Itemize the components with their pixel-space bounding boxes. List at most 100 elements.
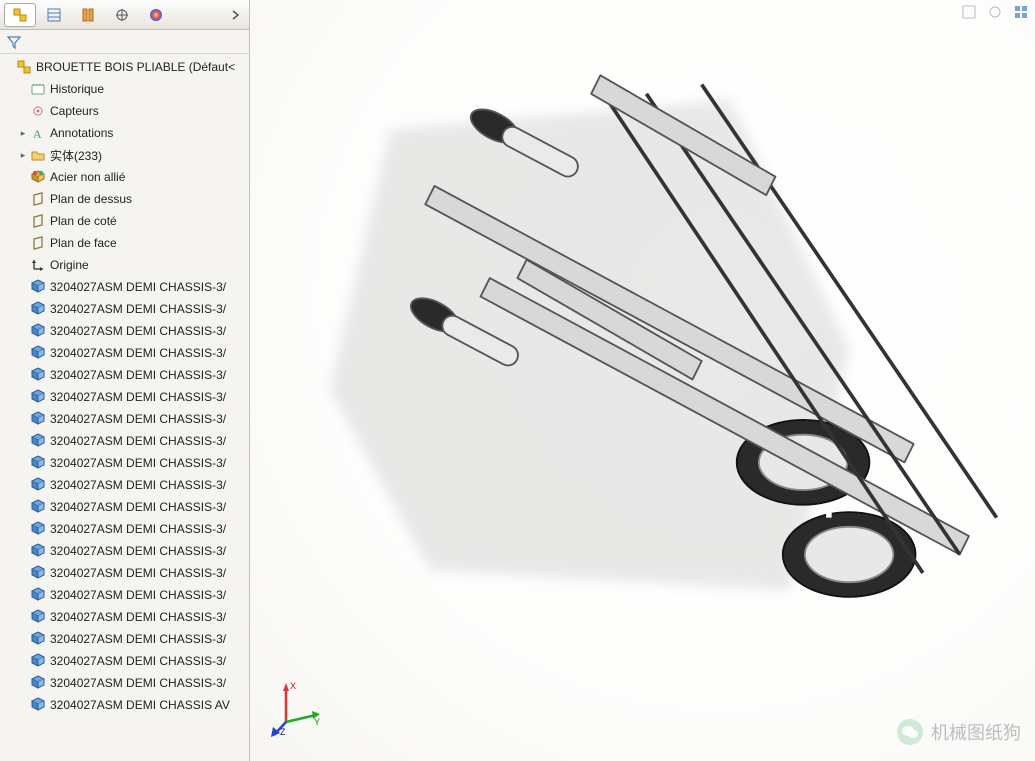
body-icon <box>30 609 46 625</box>
history-icon <box>30 81 46 97</box>
body-icon <box>30 653 46 669</box>
tree-item[interactable]: ▸ 实体(233) <box>0 144 249 166</box>
feature-tree[interactable]: BROUETTE BOIS PLIABLE (Défaut< Historiqu… <box>0 54 249 761</box>
plane-icon <box>30 213 46 229</box>
appearance-icon <box>148 7 164 23</box>
annot-icon: A <box>30 125 46 141</box>
tree-item[interactable]: 3204027ASM DEMI CHASSIS-3/ <box>0 540 249 562</box>
tree-item-label: 3204027ASM DEMI CHASSIS-3/ <box>50 280 226 294</box>
tree-item-label: Plan de face <box>50 236 117 250</box>
sensor-icon <box>30 103 46 119</box>
feature-tree-tab[interactable] <box>4 3 36 27</box>
body-icon <box>30 389 46 405</box>
tree-item-label: 3204027ASM DEMI CHASSIS-3/ <box>50 434 226 448</box>
feature-manager-panel: BROUETTE BOIS PLIABLE (Défaut< Historiqu… <box>0 0 250 761</box>
expand-toggle[interactable]: ▸ <box>18 128 28 139</box>
tree-item-label: 3204027ASM DEMI CHASSIS-3/ <box>50 390 226 404</box>
body-icon <box>30 345 46 361</box>
tree-item[interactable]: 3204027ASM DEMI CHASSIS-3/ <box>0 452 249 474</box>
appearance-tab[interactable] <box>140 3 172 27</box>
tree-item[interactable]: Historique <box>0 78 249 100</box>
watermark: 机械图纸狗 <box>897 719 1021 745</box>
tree-item[interactable]: 3204027ASM DEMI CHASSIS-3/ <box>0 276 249 298</box>
tree-item[interactable]: Acier non allié <box>0 166 249 188</box>
folder-icon <box>30 147 46 163</box>
tree-item-label: Historique <box>50 82 104 96</box>
body-icon <box>30 323 46 339</box>
tree-item-label: 3204027ASM DEMI CHASSIS-3/ <box>50 676 226 690</box>
tree-item-label: 3204027ASM DEMI CHASSIS-3/ <box>50 478 226 492</box>
body-icon <box>30 543 46 559</box>
tree-item[interactable]: 3204027ASM DEMI CHASSIS-3/ <box>0 562 249 584</box>
property-tab[interactable] <box>38 3 70 27</box>
tree-item-label: Capteurs <box>50 104 99 118</box>
config-icon <box>80 7 96 23</box>
tree-item-label: 实体(233) <box>50 147 102 164</box>
tree-item-label: 3204027ASM DEMI CHASSIS-3/ <box>50 324 226 338</box>
tree-item[interactable]: ▸A Annotations <box>0 122 249 144</box>
tree-item-label: Plan de coté <box>50 214 117 228</box>
panel-tab-bar <box>0 0 249 30</box>
tab-overflow-button[interactable] <box>227 3 245 27</box>
tree-item[interactable]: 3204027ASM DEMI CHASSIS-3/ <box>0 628 249 650</box>
tree-item[interactable]: 3204027ASM DEMI CHASSIS-3/ <box>0 584 249 606</box>
tree-item-label: Annotations <box>50 126 113 140</box>
tree-item-label: 3204027ASM DEMI CHASSIS-3/ <box>50 544 226 558</box>
body-icon <box>30 367 46 383</box>
tree-item[interactable]: Plan de face <box>0 232 249 254</box>
body-icon <box>30 279 46 295</box>
tree-item[interactable]: 3204027ASM DEMI CHASSIS-3/ <box>0 496 249 518</box>
tree-item[interactable]: 3204027ASM DEMI CHASSIS-3/ <box>0 298 249 320</box>
body-icon <box>30 565 46 581</box>
tree-item-label: 3204027ASM DEMI CHASSIS-3/ <box>50 500 226 514</box>
tree-item[interactable]: 3204027ASM DEMI CHASSIS-3/ <box>0 342 249 364</box>
property-icon <box>46 7 62 23</box>
tree-root-label: BROUETTE BOIS PLIABLE (Défaut< <box>36 60 235 74</box>
tree-item-label: Acier non allié <box>50 170 125 184</box>
tree-item[interactable]: Capteurs <box>0 100 249 122</box>
model-3d-view[interactable] <box>370 20 1015 701</box>
tree-item[interactable]: 3204027ASM DEMI CHASSIS-3/ <box>0 320 249 342</box>
dimxpert-tab[interactable] <box>106 3 138 27</box>
graphics-viewport[interactable]: X Y Z 机械图纸狗 <box>250 0 1035 761</box>
tree-item-label: 3204027ASM DEMI CHASSIS-3/ <box>50 368 226 382</box>
body-icon <box>30 675 46 691</box>
filter-row <box>0 30 249 54</box>
filter-icon[interactable] <box>6 34 22 50</box>
tree-root[interactable]: BROUETTE BOIS PLIABLE (Défaut< <box>0 56 249 78</box>
tree-item[interactable]: 3204027ASM DEMI CHASSIS-3/ <box>0 650 249 672</box>
tree-item[interactable]: 3204027ASM DEMI CHASSIS-3/ <box>0 408 249 430</box>
tree-item[interactable]: 3204027ASM DEMI CHASSIS-3/ <box>0 386 249 408</box>
plane-icon <box>30 191 46 207</box>
tree-item[interactable]: 3204027ASM DEMI CHASSIS-3/ <box>0 364 249 386</box>
orientation-triad[interactable]: X Y Z <box>266 677 326 737</box>
axis-y-label: Y <box>314 717 320 727</box>
config-tab[interactable] <box>72 3 104 27</box>
tree-item[interactable]: 3204027ASM DEMI CHASSIS-3/ <box>0 430 249 452</box>
expand-toggle[interactable]: ▸ <box>18 150 28 161</box>
tree-item[interactable]: 3204027ASM DEMI CHASSIS-3/ <box>0 606 249 628</box>
wechat-icon <box>897 719 923 745</box>
body-icon <box>30 499 46 515</box>
tree-item[interactable]: 3204027ASM DEMI CHASSIS AV <box>0 694 249 716</box>
tree-item-label: 3204027ASM DEMI CHASSIS-3/ <box>50 456 226 470</box>
body-icon <box>30 411 46 427</box>
plane-icon <box>30 235 46 251</box>
tree-item-label: Plan de dessus <box>50 192 132 206</box>
tree-item[interactable]: Plan de dessus <box>0 188 249 210</box>
tree-item-label: 3204027ASM DEMI CHASSIS-3/ <box>50 346 226 360</box>
tree-item[interactable]: 3204027ASM DEMI CHASSIS-3/ <box>0 518 249 540</box>
tree-item[interactable]: 3204027ASM DEMI CHASSIS-3/ <box>0 672 249 694</box>
tree-item[interactable]: Plan de coté <box>0 210 249 232</box>
tree-item-label: 3204027ASM DEMI CHASSIS-3/ <box>50 654 226 668</box>
material-icon <box>30 169 46 185</box>
body-icon <box>30 521 46 537</box>
part-icon <box>16 59 32 75</box>
body-icon <box>30 477 46 493</box>
tree-item-label: Origine <box>50 258 89 272</box>
tree-item[interactable]: Origine <box>0 254 249 276</box>
origin-icon <box>30 257 46 273</box>
tree-item-label: 3204027ASM DEMI CHASSIS-3/ <box>50 302 226 316</box>
tree-item[interactable]: 3204027ASM DEMI CHASSIS-3/ <box>0 474 249 496</box>
body-icon <box>30 301 46 317</box>
